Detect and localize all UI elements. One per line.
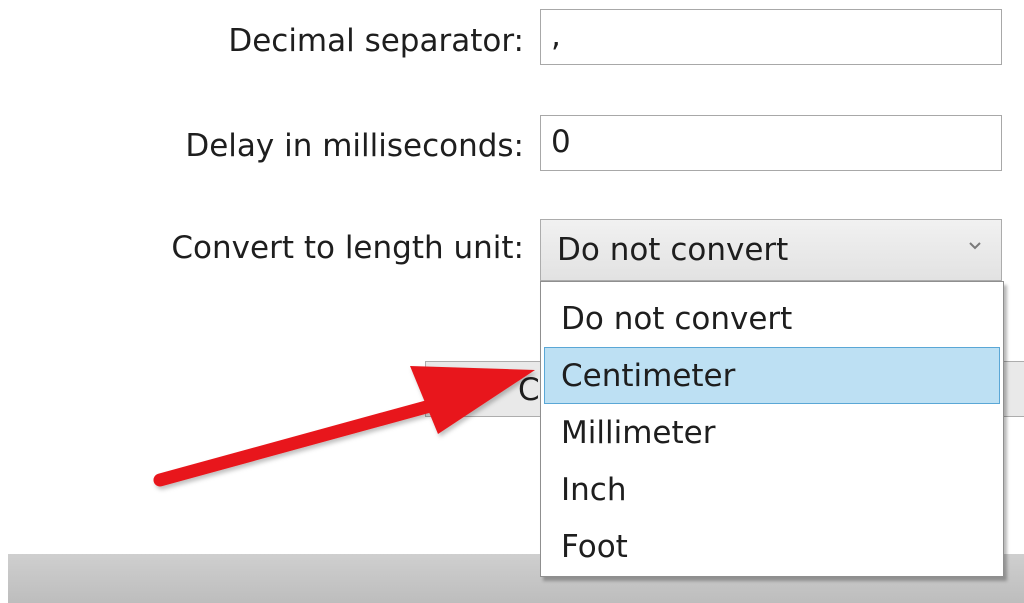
- option-inch[interactable]: Inch: [544, 461, 1000, 518]
- delay-value: 0: [551, 124, 571, 160]
- length-unit-combobox[interactable]: Do not convert: [540, 219, 1002, 281]
- delay-label: Delay in milliseconds:: [185, 128, 524, 164]
- chevron-down-icon: [969, 242, 981, 250]
- length-unit-dropdown-list: Do not convert Centimeter Millimeter Inc…: [540, 281, 1004, 577]
- decimal-separator-input[interactable]: ,: [540, 9, 1002, 65]
- delay-input[interactable]: 0: [540, 115, 1002, 171]
- option-millimeter[interactable]: Millimeter: [544, 404, 1000, 461]
- option-do-not-convert[interactable]: Do not convert: [544, 290, 1000, 347]
- length-unit-label: Convert to length unit:: [171, 230, 524, 266]
- partially-hidden-button-label: C: [518, 372, 540, 408]
- option-centimeter[interactable]: Centimeter: [544, 347, 1000, 404]
- decimal-separator-label: Decimal separator:: [228, 23, 524, 59]
- decimal-separator-value: ,: [551, 18, 561, 54]
- settings-panel: Decimal separator: , Delay in millisecon…: [0, 0, 1024, 603]
- length-unit-selected-value: Do not convert: [557, 232, 789, 268]
- option-foot[interactable]: Foot: [544, 518, 1000, 575]
